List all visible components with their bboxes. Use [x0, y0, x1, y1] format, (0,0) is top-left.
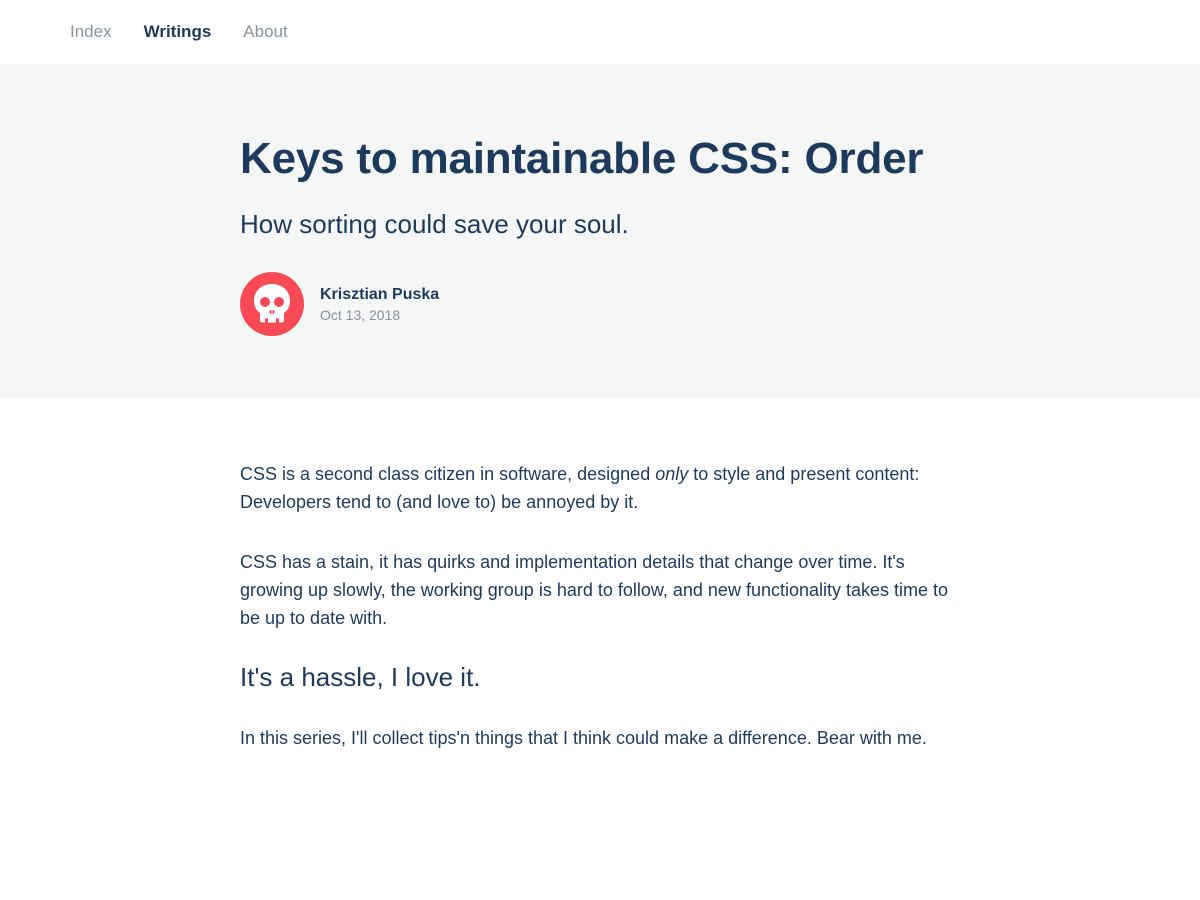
- article-body: CSS is a second class citizen in softwar…: [240, 460, 960, 784]
- publish-date: Oct 13, 2018: [320, 307, 401, 323]
- article-header: Keys to maintainable CSS: Order How sort…: [0, 64, 1200, 398]
- paragraph-2: CSS has a stain, it has quirks and imple…: [240, 552, 949, 628]
- author-name[interactable]: Krisztian Puska: [320, 284, 439, 306]
- nav-link-about[interactable]: About: [243, 22, 287, 42]
- nav-link-writings[interactable]: Writings: [144, 22, 212, 42]
- author-avatar[interactable]: [240, 272, 304, 336]
- article-header-inner: Keys to maintainable CSS: Order How sort…: [240, 134, 960, 336]
- top-navigation: Index Writings About: [0, 0, 1200, 64]
- article-title: Keys to maintainable CSS: Order: [240, 134, 924, 183]
- section-heading: It's a hassle, I love it.: [240, 662, 481, 692]
- paragraph-3: In this series, I'll collect tips'n thin…: [240, 728, 927, 748]
- paragraph-1: CSS is a second class citizen in softwar…: [240, 460, 960, 516]
- author-meta: Krisztian Puska Oct 13, 2018: [320, 284, 439, 324]
- skull-icon: [254, 284, 290, 323]
- author-block: Krisztian Puska Oct 13, 2018: [240, 272, 960, 336]
- nav-link-index[interactable]: Index: [70, 22, 112, 42]
- paragraph-1-emphasis: only: [655, 464, 689, 484]
- article-subtitle: How sorting could save your soul.: [240, 209, 629, 239]
- paragraph-1-text-a: CSS is a second class citizen in softwar…: [240, 464, 656, 484]
